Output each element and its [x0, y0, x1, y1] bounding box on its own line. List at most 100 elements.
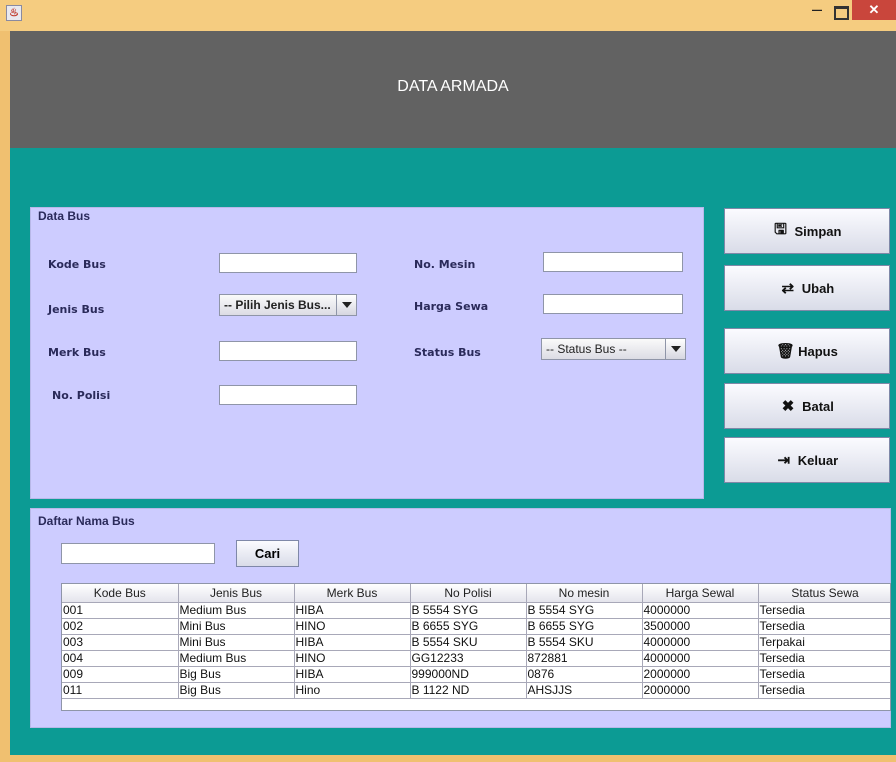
table-row[interactable]: 001 Medium Bus HIBA B 5554 SYG B 5554 SY…: [62, 602, 890, 619]
window-titlebar: ♨ – ✕: [0, 0, 896, 31]
table-cell: Hino: [294, 682, 411, 699]
bus-table[interactable]: Kode Bus Jenis Bus Merk Bus No Polisi No…: [61, 583, 891, 711]
cari-button[interactable]: Cari: [236, 540, 299, 567]
table-row[interactable]: 004 Medium Bus HINO GG12233 872881 40000…: [62, 650, 890, 667]
table-row[interactable]: 003 Mini Bus HIBA B 5554 SKU B 5554 SKU …: [62, 634, 890, 651]
table-cell: B 5554 SKU: [410, 634, 527, 651]
table-cell: Big Bus: [178, 666, 295, 683]
table-cell: Medium Bus: [178, 602, 295, 619]
table-cell: Terpakai: [758, 634, 890, 651]
daftar-bus-legend: Daftar Nama Bus: [38, 514, 135, 528]
page-title: DATA ARMADA: [397, 78, 509, 95]
table-cell: Tersedia: [758, 650, 890, 667]
table-cell: HIBA: [294, 602, 411, 619]
table-cell: Mini Bus: [178, 634, 295, 651]
table-header-row: Kode Bus Jenis Bus Merk Bus No Polisi No…: [62, 584, 890, 603]
table-cell: HIBA: [294, 634, 411, 651]
table-cell: 3500000: [642, 618, 759, 635]
jenis-bus-select[interactable]: -- Pilih Jenis Bus...: [219, 294, 357, 316]
table-cell: 0876: [526, 666, 643, 683]
merk-bus-input[interactable]: [219, 341, 357, 361]
trash-icon: 🗑: [776, 343, 796, 360]
header-banner: DATA ARMADA: [10, 31, 896, 148]
table-cell: HINO: [294, 618, 411, 635]
table-cell: HIBA: [294, 666, 411, 683]
table-cell: AHSJJS: [526, 682, 643, 699]
jenis-bus-label: Jenis Bus: [48, 303, 105, 316]
chevron-down-icon[interactable]: [336, 295, 356, 315]
batal-button[interactable]: ✖ Batal: [724, 383, 890, 429]
harga-sewa-label: Harga Sewa: [414, 300, 489, 313]
table-row[interactable]: 002 Mini Bus HINO B 6655 SYG B 6655 SYG …: [62, 618, 890, 635]
table-cell: Medium Bus: [178, 650, 295, 667]
kode-bus-input[interactable]: [219, 253, 357, 273]
table-cell: Tersedia: [758, 618, 890, 635]
column-header[interactable]: Harga Sewal: [642, 584, 759, 603]
table-cell: B 5554 SYG: [526, 602, 643, 619]
refresh-icon: ⇄: [781, 280, 795, 297]
table-cell: B 6655 SYG: [526, 618, 643, 635]
table-row[interactable]: 009 Big Bus HIBA 999000ND 0876 2000000 T…: [62, 666, 890, 683]
column-header[interactable]: Kode Bus: [62, 584, 179, 603]
hapus-label: Hapus: [798, 343, 838, 359]
table-cell: Tersedia: [758, 682, 890, 699]
jenis-bus-selected: -- Pilih Jenis Bus...: [224, 298, 331, 312]
table-cell: Big Bus: [178, 682, 295, 699]
table-cell: B 1122 ND: [410, 682, 527, 699]
no-mesin-input[interactable]: [543, 252, 683, 272]
table-cell: B 6655 SYG: [410, 618, 527, 635]
table-cell: 009: [62, 666, 179, 683]
batal-label: Batal: [802, 398, 834, 414]
maximize-button[interactable]: [830, 4, 850, 20]
ubah-button[interactable]: ⇄ Ubah: [724, 265, 890, 311]
table-cell: 2000000: [642, 682, 759, 699]
column-header[interactable]: Merk Bus: [294, 584, 411, 603]
column-header[interactable]: No mesin: [526, 584, 643, 603]
column-header[interactable]: No Polisi: [410, 584, 527, 603]
simpan-label: Simpan: [794, 223, 842, 239]
close-button[interactable]: ✕: [852, 0, 896, 20]
status-bus-label: Status Bus: [414, 346, 481, 359]
save-icon: 🖫: [774, 220, 787, 238]
chevron-down-icon[interactable]: [665, 339, 685, 359]
minimize-button[interactable]: –: [806, 0, 828, 22]
sign-out-icon: ⇥: [777, 452, 791, 469]
table-cell: 2000000: [642, 666, 759, 683]
table-cell: 4000000: [642, 634, 759, 651]
kode-bus-label: Kode Bus: [48, 258, 106, 271]
table-cell: 999000ND: [410, 666, 527, 683]
table-cell: 4000000: [642, 602, 759, 619]
table-cell: B 5554 SYG: [410, 602, 527, 619]
table-cell: 003: [62, 634, 179, 651]
table-cell: 001: [62, 602, 179, 619]
table-cell: Tersedia: [758, 666, 890, 683]
table-cell: 872881: [526, 650, 643, 667]
java-cup-icon[interactable]: ♨: [6, 5, 22, 21]
column-header[interactable]: Status Sewa: [758, 584, 890, 603]
table-cell: Mini Bus: [178, 618, 295, 635]
data-bus-legend: Data Bus: [38, 209, 91, 223]
cancel-icon: ✖: [781, 398, 795, 415]
table-cell: 002: [62, 618, 179, 635]
table-row[interactable]: 011 Big Bus Hino B 1122 ND AHSJJS 200000…: [62, 682, 890, 699]
status-bus-selected: -- Status Bus --: [546, 342, 627, 356]
simpan-button[interactable]: 🖫 Simpan: [724, 208, 890, 254]
search-input[interactable]: [61, 543, 215, 564]
no-polisi-input[interactable]: [219, 385, 357, 405]
column-header[interactable]: Jenis Bus: [178, 584, 295, 603]
hapus-button[interactable]: 🗑 Hapus: [724, 328, 890, 374]
keluar-label: Keluar: [797, 452, 839, 468]
table-cell: 004: [62, 650, 179, 667]
table-cell: GG12233: [410, 650, 527, 667]
no-polisi-label: No. Polisi: [52, 389, 111, 402]
keluar-button[interactable]: ⇥ Keluar: [724, 437, 890, 483]
bus-table-grid: Kode Bus Jenis Bus Merk Bus No Polisi No…: [62, 584, 890, 699]
table-cell: Tersedia: [758, 602, 890, 619]
status-bus-select[interactable]: -- Status Bus --: [541, 338, 686, 360]
window-bottom-border: [0, 755, 896, 762]
table-cell: 011: [62, 682, 179, 699]
ubah-label: Ubah: [801, 280, 835, 296]
table-cell: HINO: [294, 650, 411, 667]
harga-sewa-input[interactable]: [543, 294, 683, 314]
table-cell: 4000000: [642, 650, 759, 667]
